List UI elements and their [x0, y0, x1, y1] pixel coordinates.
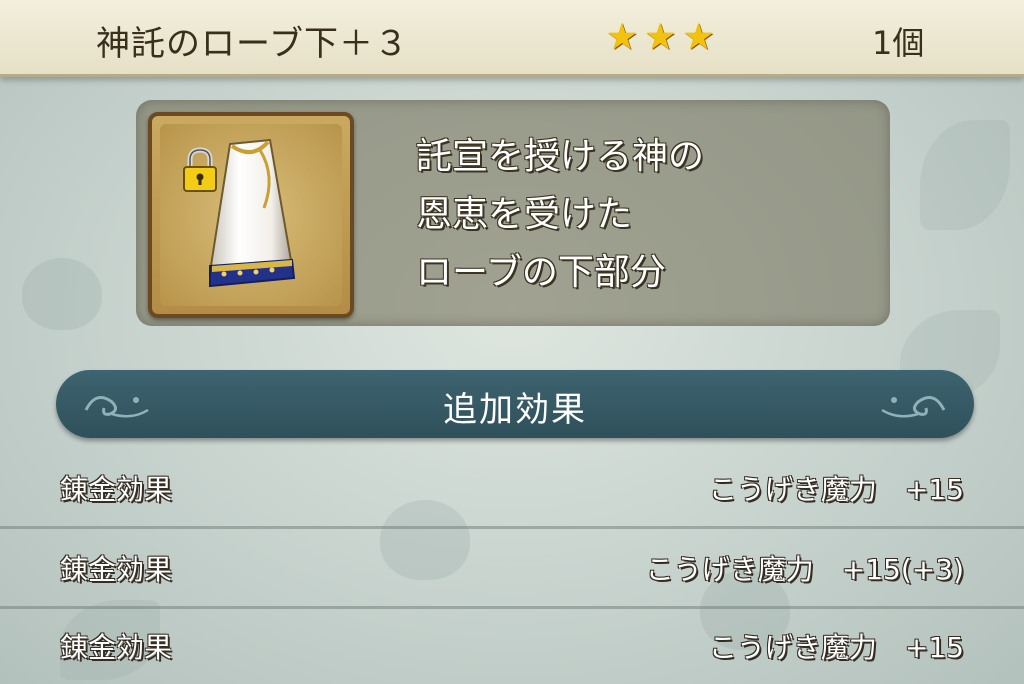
rarity-stars: ★ ★ ★ [606, 20, 715, 56]
star-icon: ★ [644, 17, 677, 58]
effect-row: 錬金効果 こうげき魔力 +15 [0, 606, 1024, 684]
effect-value: こうげき魔力 +15 [708, 631, 964, 664]
item-count: 1個 [872, 24, 925, 62]
effect-value: こうげき魔力 +15 [708, 473, 964, 506]
item-icon-frame [148, 112, 354, 318]
item-description: 託宣を授ける神の 恩恵を受けた ローブの下部分 [416, 128, 704, 302]
padlock-icon [183, 147, 217, 192]
item-header: 神託のローブ下＋３ ★ ★ ★ 1個 [0, 0, 1024, 77]
effect-label: 錬金効果 [60, 473, 173, 506]
star-icon: ★ [682, 17, 715, 58]
description-line: 恩恵を受けた [416, 194, 633, 235]
right-flourish-icon [881, 396, 946, 418]
effect-row: 錬金効果 こうげき魔力 +15 [0, 448, 1024, 529]
background-slime-motif [22, 258, 102, 330]
star-icon: ★ [606, 17, 639, 58]
effect-row: 錬金効果 こうげき魔力 +15(+3) [0, 528, 1024, 609]
item-name: 神託のローブ下＋３ [96, 24, 409, 64]
description-line: ローブの下部分 [416, 252, 666, 293]
section-title: 追加効果 [443, 390, 587, 430]
background-leaf-motif [920, 120, 1010, 230]
effect-value: こうげき魔力 +15(+3) [645, 553, 964, 586]
additional-effects-header: 追加効果 [56, 370, 974, 438]
effect-label: 錬金効果 [60, 631, 173, 664]
effect-label: 錬金効果 [60, 553, 173, 586]
description-line: 託宣を授ける神の [416, 136, 705, 177]
